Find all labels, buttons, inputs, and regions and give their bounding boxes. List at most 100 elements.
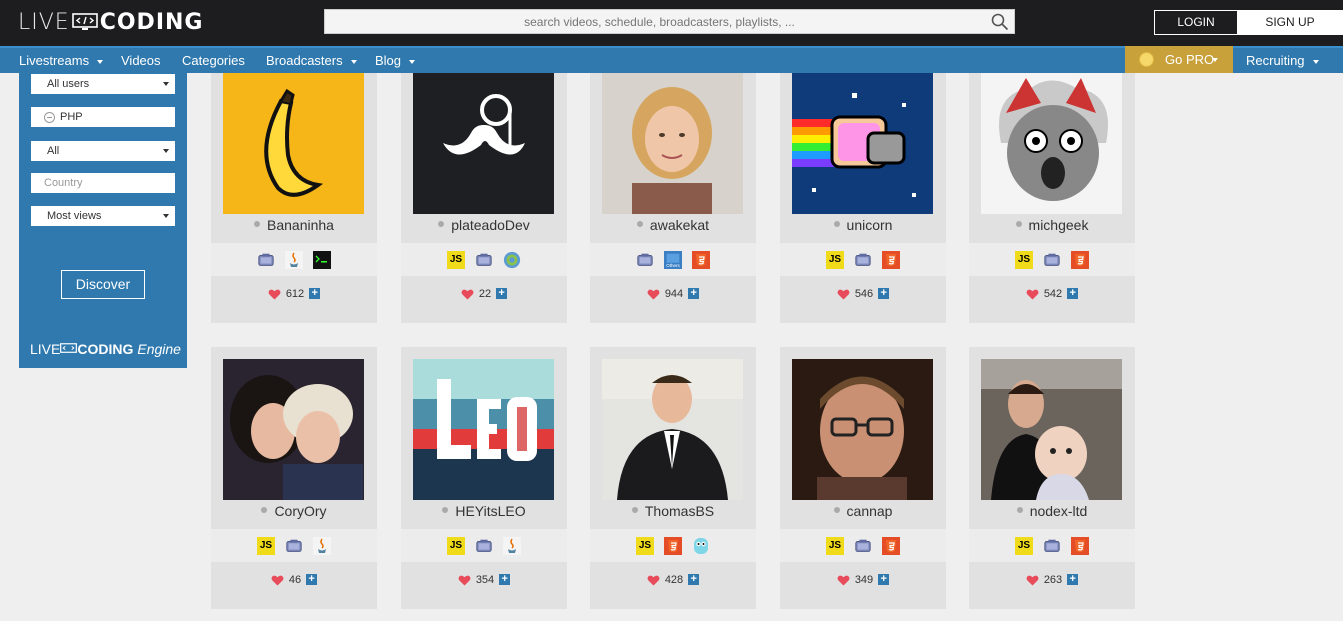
follow-plus-icon[interactable]: + [309, 288, 321, 299]
php-icon[interactable] [475, 251, 493, 269]
broadcaster-avatar[interactable] [602, 359, 743, 500]
remove-icon[interactable] [44, 111, 55, 123]
php-icon[interactable] [1043, 537, 1061, 555]
php-icon[interactable] [854, 537, 872, 555]
heart-icon[interactable] [837, 289, 850, 300]
broadcaster-avatar[interactable] [981, 359, 1122, 500]
go-pro-button[interactable]: Go PRO [1125, 46, 1233, 73]
heart-icon[interactable] [1026, 575, 1039, 586]
php-icon[interactable] [636, 251, 654, 269]
javascript-icon[interactable]: JS [826, 536, 844, 555]
nav-categories[interactable]: Categories [182, 48, 245, 73]
search-bar[interactable] [324, 9, 1015, 34]
html5-icon[interactable] [692, 250, 710, 269]
broadcaster-name[interactable]: Bananinha [211, 217, 377, 233]
broadcaster-card[interactable]: Bananinha 612 + [211, 73, 377, 323]
javascript-icon[interactable]: JS [447, 536, 465, 555]
search-icon[interactable] [991, 13, 1009, 31]
discover-button[interactable]: Discover [61, 270, 145, 299]
broadcaster-name[interactable]: nodex-ltd [969, 503, 1135, 519]
javascript-icon[interactable]: JS [447, 250, 465, 269]
html5-icon[interactable] [1071, 250, 1089, 269]
broadcaster-name[interactable]: unicorn [780, 217, 946, 233]
broadcaster-avatar[interactable] [792, 73, 933, 214]
login-button[interactable]: LOGIN [1155, 11, 1237, 34]
php-icon[interactable] [285, 537, 303, 555]
html5-icon[interactable] [882, 536, 900, 555]
php-icon[interactable] [854, 251, 872, 269]
javascript-icon[interactable]: JS [826, 250, 844, 269]
broadcaster-card[interactable]: CoryOry JS 46 + [211, 347, 377, 609]
broadcaster-avatar[interactable] [223, 359, 364, 500]
javascript-icon[interactable]: JS [257, 536, 275, 555]
nav-blog[interactable]: Blog [375, 48, 416, 73]
follow-plus-icon[interactable]: + [878, 574, 890, 585]
follow-plus-icon[interactable]: + [1067, 288, 1079, 299]
follow-plus-icon[interactable]: + [499, 574, 511, 585]
broadcaster-avatar[interactable] [981, 73, 1122, 214]
status-filter-select[interactable]: All [31, 141, 175, 161]
users-filter-select[interactable]: All users [31, 74, 175, 94]
broadcaster-card[interactable]: HEYitsLEO JS 354 + [401, 347, 567, 609]
heart-icon[interactable] [268, 289, 281, 300]
signup-button[interactable]: SIGN UP [1237, 11, 1343, 34]
java-icon[interactable] [313, 536, 331, 555]
broadcaster-avatar[interactable] [792, 359, 933, 500]
html5-icon[interactable] [664, 536, 682, 555]
follow-plus-icon[interactable]: + [688, 288, 700, 299]
broadcaster-name[interactable]: HEYitsLEO [401, 503, 567, 519]
language-filter[interactable]: PHP [31, 107, 175, 127]
javascript-icon[interactable]: JS [636, 536, 654, 555]
nav-broadcasters[interactable]: Broadcasters [266, 48, 357, 73]
site-logo[interactable]: LIVE CODING [18, 9, 203, 35]
broadcaster-avatar[interactable] [602, 73, 743, 214]
broadcaster-avatar[interactable] [413, 73, 554, 214]
nav-livestreams[interactable]: Livestreams [19, 48, 104, 73]
broadcaster-card[interactable]: cannap JS 349 + [780, 347, 946, 609]
broadcaster-card[interactable]: nodex-ltd JS 263 + [969, 347, 1135, 609]
broadcaster-card[interactable]: ThomasBS JS 428 + [590, 347, 756, 609]
broadcaster-card[interactable]: awakekat Others 944 + [590, 73, 756, 323]
html5-icon[interactable] [1071, 536, 1089, 555]
follow-plus-icon[interactable]: + [878, 288, 890, 299]
broadcaster-name[interactable]: plateadoDev [401, 217, 567, 233]
follow-plus-icon[interactable]: + [306, 574, 318, 585]
web-icon[interactable] [503, 251, 521, 269]
search-input[interactable] [325, 10, 1014, 33]
broadcaster-avatar[interactable] [413, 359, 554, 500]
php-icon[interactable] [257, 251, 275, 269]
heart-icon[interactable] [458, 575, 471, 586]
broadcaster-name[interactable]: michgeek [969, 217, 1135, 233]
php-icon[interactable] [1043, 251, 1061, 269]
follow-plus-icon[interactable]: + [1067, 574, 1079, 585]
others-icon[interactable]: Others [664, 250, 682, 269]
nav-recruiting[interactable]: Recruiting [1246, 48, 1319, 73]
country-input[interactable]: Country [31, 173, 175, 193]
php-icon[interactable] [475, 537, 493, 555]
heart-icon[interactable] [647, 575, 660, 586]
go-icon[interactable] [692, 537, 710, 555]
html5-icon[interactable] [882, 250, 900, 269]
heart-icon[interactable] [461, 289, 474, 300]
broadcaster-name[interactable]: cannap [780, 503, 946, 519]
broadcaster-card[interactable]: unicorn JS 546 + [780, 73, 946, 323]
heart-icon[interactable] [1026, 289, 1039, 300]
terminal-icon[interactable] [313, 250, 331, 269]
heart-icon[interactable] [271, 575, 284, 586]
heart-icon[interactable] [837, 575, 850, 586]
broadcaster-card[interactable]: plateadoDev JS 22 + [401, 73, 567, 323]
broadcaster-name[interactable]: ThomasBS [590, 503, 756, 519]
broadcaster-avatar[interactable] [223, 73, 364, 214]
javascript-icon[interactable]: JS [1015, 536, 1033, 555]
java-icon[interactable] [503, 536, 521, 555]
broadcaster-name[interactable]: CoryOry [211, 503, 377, 519]
nav-videos[interactable]: Videos [121, 48, 161, 73]
broadcaster-card[interactable]: michgeek JS 542 + [969, 73, 1135, 323]
javascript-icon[interactable]: JS [1015, 250, 1033, 269]
heart-icon[interactable] [647, 289, 660, 300]
sort-select[interactable]: Most views [31, 206, 175, 226]
broadcaster-name[interactable]: awakekat [590, 217, 756, 233]
follow-plus-icon[interactable]: + [496, 288, 508, 299]
java-icon[interactable] [285, 250, 303, 269]
follow-plus-icon[interactable]: + [688, 574, 700, 585]
